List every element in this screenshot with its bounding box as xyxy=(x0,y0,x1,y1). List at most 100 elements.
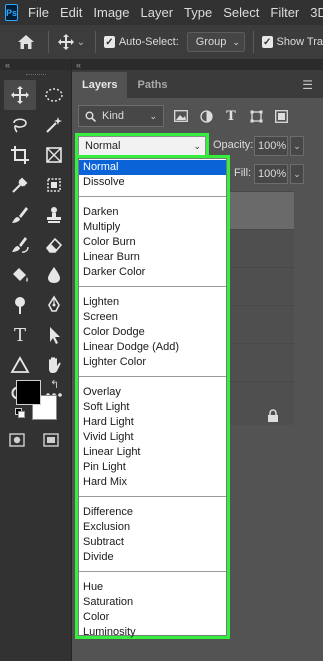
layer-row[interactable] xyxy=(222,305,294,343)
blend-mode-list: Normal Dissolve Darken Multiply Color Burn Li… xyxy=(78,158,227,638)
home-icon[interactable] xyxy=(13,34,40,50)
blend-mode-option[interactable]: Dissolve xyxy=(79,175,226,190)
blend-mode-option[interactable]: Hard Light xyxy=(79,415,226,430)
blend-mode-option[interactable]: Overlay xyxy=(79,385,226,400)
adjustment-layer-filter-icon[interactable] xyxy=(198,108,214,124)
blend-mode-option[interactable]: Soft Light xyxy=(79,400,226,415)
lock-icon xyxy=(267,409,279,423)
quick-mask-icon[interactable] xyxy=(8,431,26,449)
screen-mode-icon[interactable] xyxy=(42,431,60,449)
collapse-tools-icon[interactable]: « xyxy=(0,60,71,70)
blend-mode-option[interactable]: Color xyxy=(79,610,226,625)
blend-mode-option[interactable]: Luminosity xyxy=(79,625,226,640)
blend-mode-option[interactable]: Darker Color xyxy=(79,265,226,280)
blend-mode-option[interactable]: Color Burn xyxy=(79,235,226,250)
healing-brush-tool[interactable] xyxy=(38,170,70,200)
default-colors-icon[interactable] xyxy=(15,408,25,418)
blend-mode-option[interactable]: Exclusion xyxy=(79,520,226,535)
opacity-input[interactable]: 100% xyxy=(254,136,288,156)
paint-bucket-icon xyxy=(13,268,28,282)
magic-wand-tool[interactable] xyxy=(38,110,70,140)
chevron-down-icon[interactable]: ⌄ xyxy=(290,136,304,156)
kind-filter-dropdown[interactable]: Kind ⌄ xyxy=(78,105,164,127)
auto-select-checkbox[interactable]: ✓ xyxy=(104,36,115,48)
kind-label: Kind xyxy=(102,110,125,122)
blend-mode-option[interactable]: Linear Light xyxy=(79,445,226,460)
blend-mode-option[interactable]: Hard Mix xyxy=(79,475,226,490)
move-tool-icon[interactable] xyxy=(57,34,75,50)
smart-object-filter-icon[interactable] xyxy=(273,108,289,124)
type-icon: T xyxy=(13,324,26,346)
blend-mode-option[interactable]: Vivid Light xyxy=(79,430,226,445)
menu-filter[interactable]: Filter xyxy=(270,5,299,20)
menu-3d[interactable]: 3D xyxy=(310,5,323,20)
menu-select[interactable]: Select xyxy=(223,5,259,20)
layer-row[interactable] xyxy=(222,343,294,381)
crop-tool[interactable] xyxy=(4,140,36,170)
shape-tool[interactable] xyxy=(4,350,36,380)
chevron-down-icon: ⌄ xyxy=(232,36,240,47)
blend-mode-option[interactable]: Linear Dodge (Add) xyxy=(79,340,226,355)
tab-layers[interactable]: Layers xyxy=(72,72,128,98)
blend-mode-option[interactable]: Multiply xyxy=(79,220,226,235)
healing-brush-icon xyxy=(47,178,61,192)
marquee-tool[interactable] xyxy=(38,80,70,110)
tab-paths[interactable]: Paths xyxy=(127,72,177,98)
panel-menu-icon[interactable]: ☰ xyxy=(302,78,313,92)
layer-row[interactable] xyxy=(222,267,294,305)
history-brush-tool[interactable] xyxy=(4,230,36,260)
clone-stamp-tool[interactable] xyxy=(38,200,70,230)
dodge-tool[interactable] xyxy=(4,290,36,320)
show-transform-checkbox[interactable]: ✓ xyxy=(261,36,273,48)
pen-tool[interactable] xyxy=(38,290,70,320)
chevron-down-icon[interactable]: ⌄ xyxy=(75,37,88,48)
type-tool[interactable]: T xyxy=(4,320,36,350)
brush-tool[interactable] xyxy=(4,200,36,230)
frame-icon xyxy=(46,147,62,163)
panel-tabs: Layers Paths xyxy=(72,70,323,98)
collapse-panel-icon[interactable]: « xyxy=(72,60,323,70)
blend-mode-option[interactable]: Saturation xyxy=(79,595,226,610)
blend-mode-option[interactable]: Darken xyxy=(79,205,226,220)
blend-mode-option[interactable]: Normal xyxy=(79,160,226,175)
separator xyxy=(95,31,97,53)
blend-mode-option[interactable]: Color Dodge xyxy=(79,325,226,340)
blur-tool[interactable] xyxy=(38,260,70,290)
eraser-tool[interactable] xyxy=(38,230,70,260)
hand-tool[interactable] xyxy=(38,350,70,380)
chevron-down-icon[interactable]: ⌄ xyxy=(290,164,304,184)
blend-mode-option[interactable]: Divide xyxy=(79,550,226,565)
blend-mode-option[interactable]: Lighter Color xyxy=(79,355,226,370)
blend-mode-option[interactable]: Lighten xyxy=(79,295,226,310)
paint-bucket-tool[interactable] xyxy=(4,260,36,290)
auto-select-dropdown[interactable]: Group ⌄ xyxy=(186,32,245,52)
pixel-layer-filter-icon[interactable] xyxy=(173,108,189,124)
layer-row[interactable] xyxy=(222,381,294,425)
fill-label: Fill: xyxy=(234,167,252,179)
blend-mode-option[interactable]: Screen xyxy=(79,310,226,325)
menu-image[interactable]: Image xyxy=(93,5,129,20)
blend-mode-option[interactable]: Linear Burn xyxy=(79,250,226,265)
blend-mode-option[interactable]: Hue xyxy=(79,580,226,595)
blend-mode-option[interactable]: Subtract xyxy=(79,535,226,550)
menu-edit[interactable]: Edit xyxy=(60,5,82,20)
eyedropper-tool[interactable] xyxy=(4,170,36,200)
move-tool[interactable] xyxy=(4,80,36,110)
fill-input[interactable]: 100% xyxy=(254,164,288,184)
swap-colors-icon[interactable]: ↰ xyxy=(50,378,59,391)
layer-row[interactable] xyxy=(222,191,294,229)
lasso-tool[interactable] xyxy=(4,110,36,140)
layer-row[interactable] xyxy=(222,229,294,267)
foreground-color-swatch[interactable] xyxy=(16,380,41,405)
type-layer-filter-icon[interactable]: T xyxy=(223,108,239,124)
elliptical-marquee-icon xyxy=(45,88,63,102)
blend-mode-option[interactable]: Difference xyxy=(79,505,226,520)
path-selection-tool[interactable] xyxy=(38,320,70,350)
menu-layer[interactable]: Layer xyxy=(141,5,174,20)
panel-grip[interactable] xyxy=(0,70,71,80)
shape-layer-filter-icon[interactable] xyxy=(248,108,264,124)
frame-tool[interactable] xyxy=(38,140,70,170)
menu-type[interactable]: Type xyxy=(184,5,212,20)
blend-mode-option[interactable]: Pin Light xyxy=(79,460,226,475)
menu-file[interactable]: File xyxy=(28,5,49,20)
